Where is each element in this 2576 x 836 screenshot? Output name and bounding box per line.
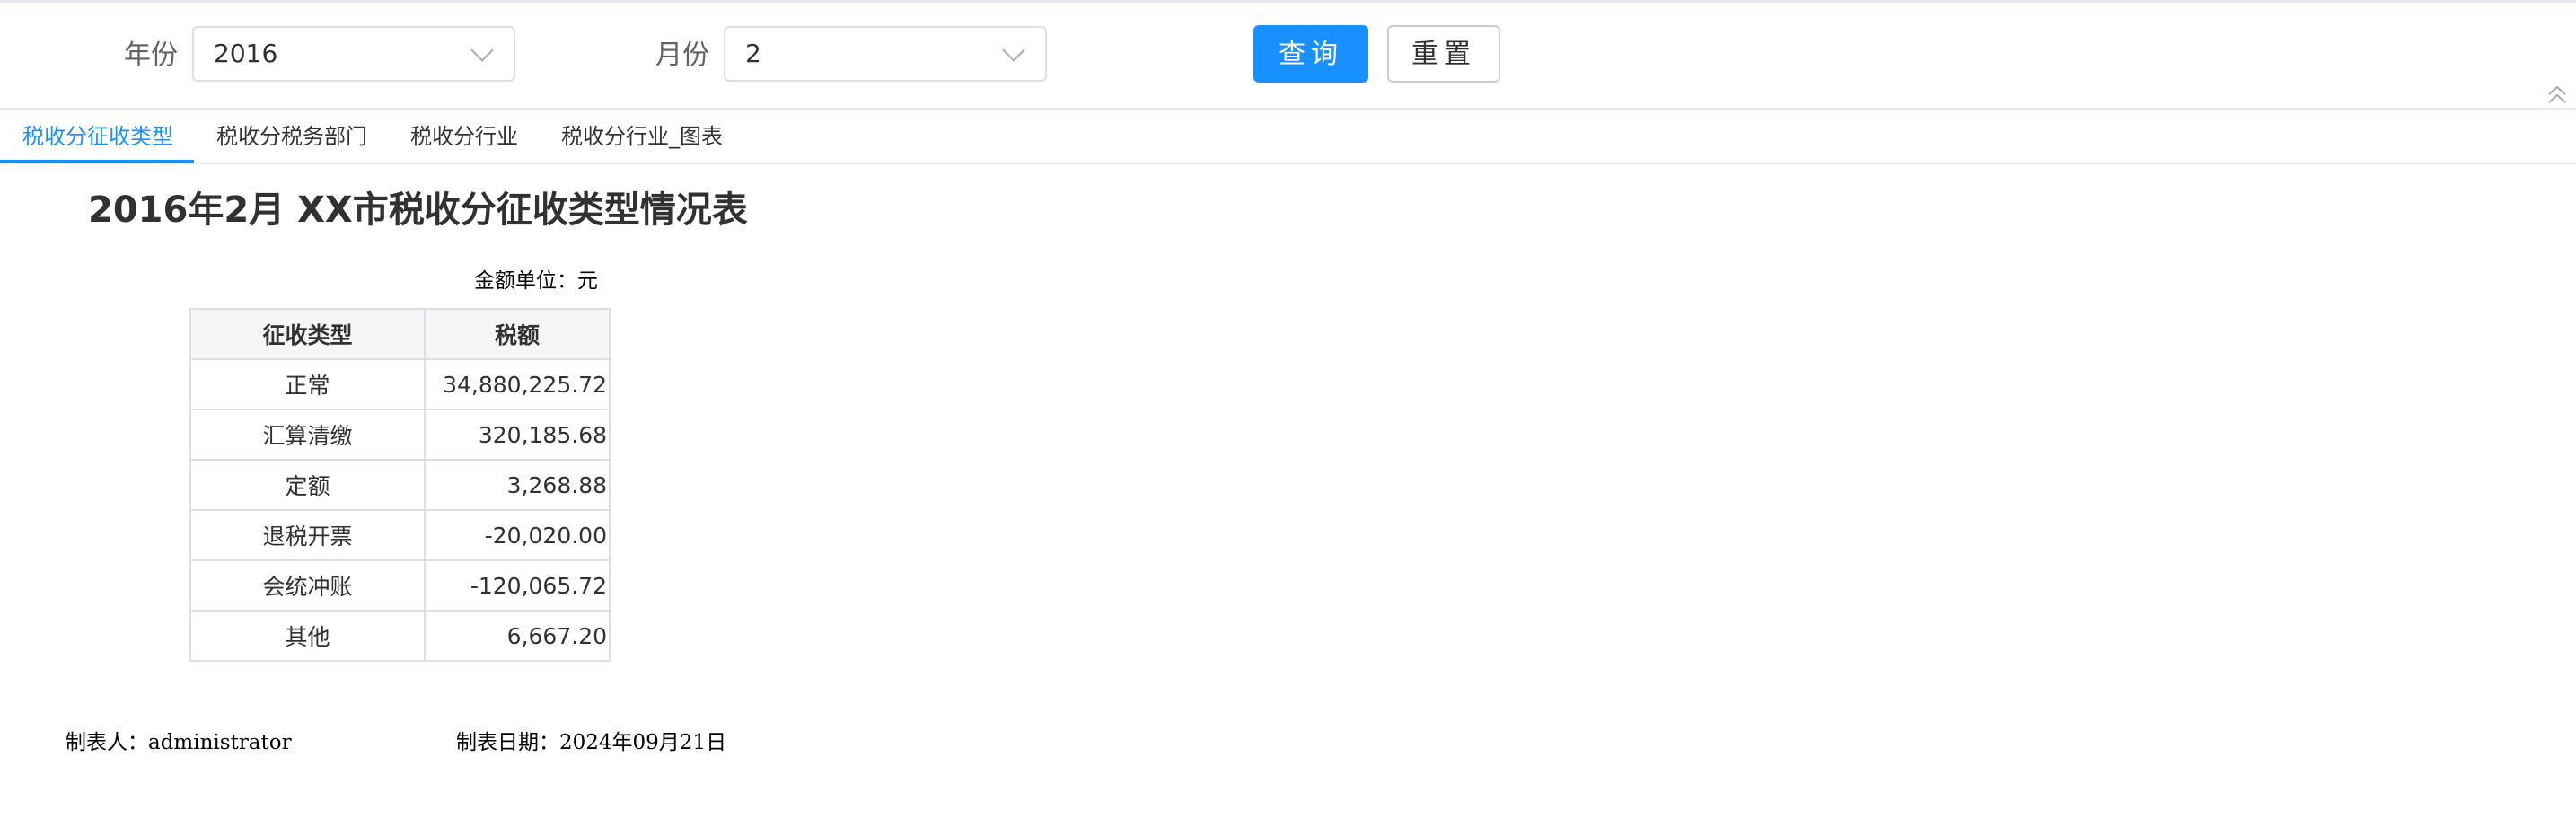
cell-type: 正常	[189, 358, 426, 410]
tab-tax-department[interactable]: 税收分税务部门	[216, 120, 367, 153]
year-select[interactable]: 2016	[192, 26, 515, 82]
cell-amount: 34,880,225.72	[424, 358, 611, 410]
cell-type: 会统冲账	[189, 559, 426, 612]
table-row: 汇算清缴 320,185.68	[189, 409, 611, 461]
tax-report-table: 征收类型 税额 正常 34,880,225.72 汇算清缴 320,185.68…	[189, 308, 611, 662]
column-header-type: 征收类型	[189, 308, 426, 360]
double-chevron-up-icon[interactable]	[2545, 83, 2569, 106]
report-title: 2016年2月 XX市税收分征收类型情况表	[88, 189, 748, 231]
table-row: 退税开票 -20,020.00	[189, 509, 611, 561]
column-header-amount: 税额	[424, 308, 611, 360]
filter-divider	[0, 108, 2576, 110]
table-row: 正常 34,880,225.72	[189, 358, 611, 410]
chevron-down-icon	[470, 39, 494, 62]
cell-amount: 6,667.20	[424, 610, 611, 662]
cell-amount: 3,268.88	[424, 459, 611, 511]
cell-amount: -20,020.00	[424, 509, 611, 561]
reset-button[interactable]: 重置	[1387, 25, 1500, 83]
cell-amount: -120,065.72	[424, 559, 611, 612]
table-row: 其他 6,667.20	[189, 610, 611, 662]
table-header-row: 征收类型 税额	[189, 308, 611, 360]
top-divider	[0, 0, 2576, 3]
report-date: 制表日期：2024年09月21日	[456, 731, 727, 754]
report-maker: 制表人：administrator	[66, 731, 292, 754]
query-button[interactable]: 查询	[1253, 25, 1368, 83]
tab-divider	[0, 163, 2576, 164]
month-label: 月份	[655, 40, 709, 71]
year-select-value: 2016	[214, 39, 278, 68]
year-label: 年份	[124, 40, 178, 71]
chevron-down-icon	[1002, 39, 1025, 62]
month-select[interactable]: 2	[724, 26, 1047, 82]
cell-type: 退税开票	[189, 509, 426, 561]
table-row: 会统冲账 -120,065.72	[189, 559, 611, 612]
tab-industry-chart[interactable]: 税收分行业_图表	[561, 120, 723, 153]
cell-type: 定额	[189, 459, 426, 511]
tab-industry[interactable]: 税收分行业	[410, 120, 518, 153]
table-row: 定额 3,268.88	[189, 459, 611, 511]
page: 年份 2016 月份 2 查询 重置 税收分征收类型 税收分税务部门 税收分行业…	[0, 0, 2576, 836]
cell-type: 其他	[189, 610, 426, 662]
cell-amount: 320,185.68	[424, 409, 611, 461]
month-select-value: 2	[745, 39, 761, 68]
amount-unit-note: 金额单位：元	[474, 269, 598, 293]
tab-collection-type[interactable]: 税收分征收类型	[22, 120, 173, 153]
cell-type: 汇算清缴	[189, 409, 426, 461]
